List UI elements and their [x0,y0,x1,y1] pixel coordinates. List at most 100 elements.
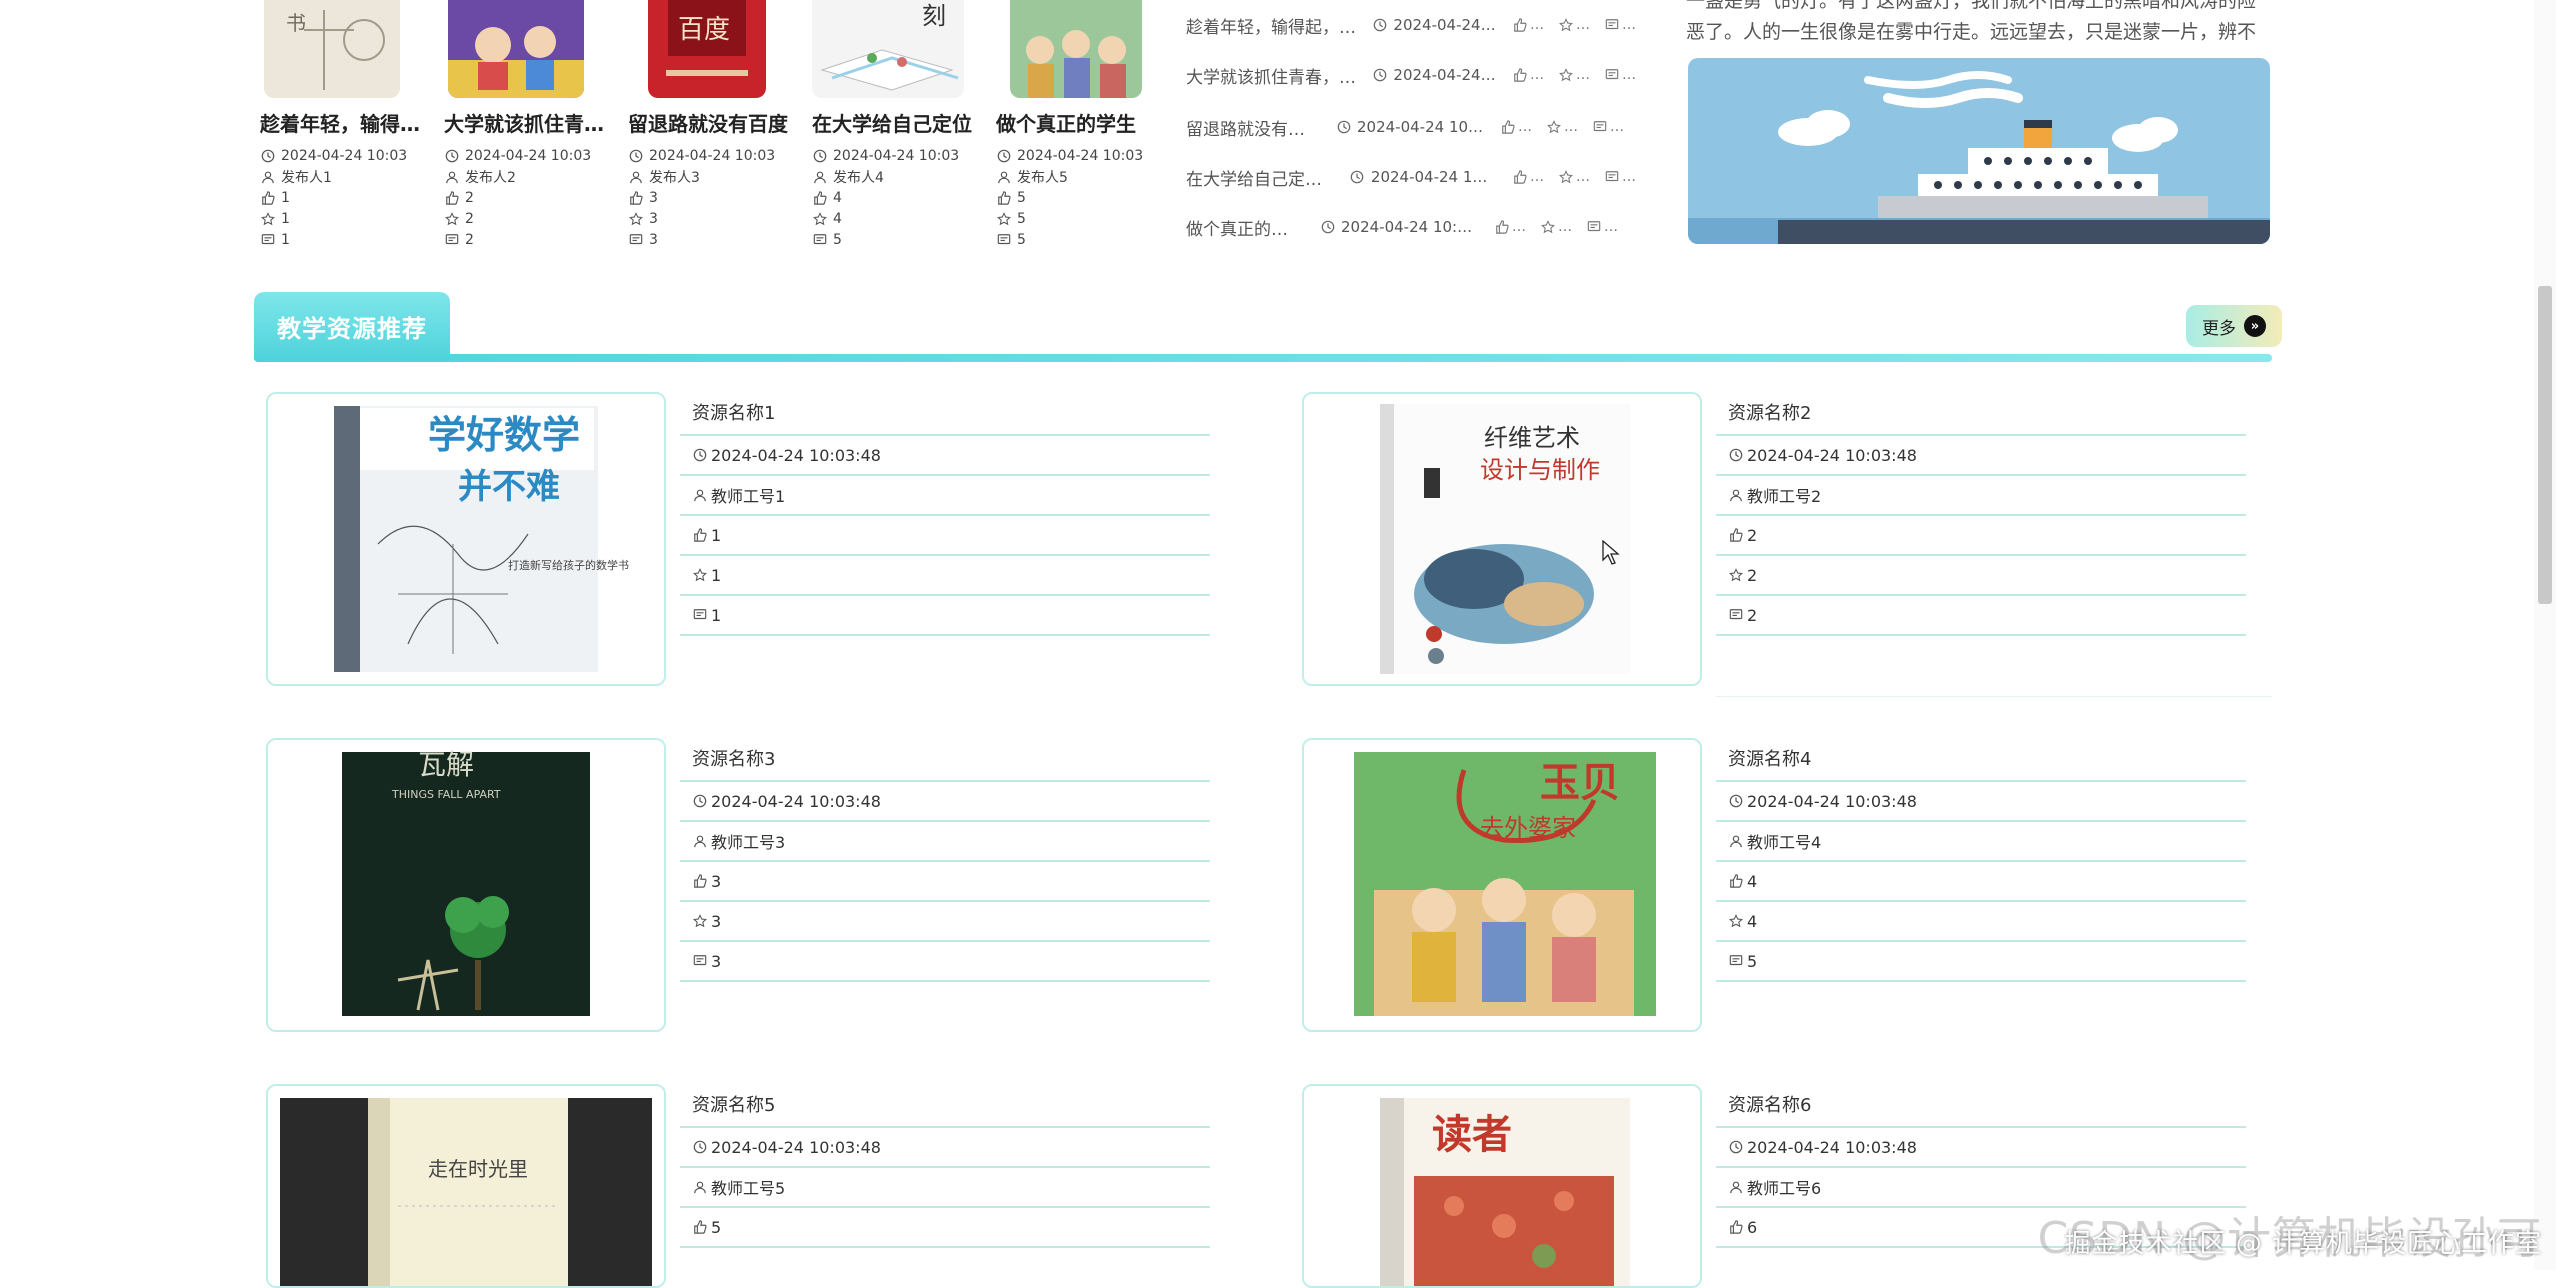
resource-likes: 5 [711,1217,722,1237]
star-icon [1540,220,1555,235]
cover-title: 走在时光里 [428,1157,528,1181]
book-title[interactable]: 留退路就没有百度 [628,108,788,137]
resource-name[interactable]: 资源名称2 [1716,394,2246,436]
news-title[interactable]: 大学就该抓住青春，… [1186,63,1372,88]
thumbs-up-icon[interactable] [1728,528,1743,543]
more-label: 更多 [2202,318,2236,339]
book-cover-image[interactable]: 书 [264,0,400,98]
book-title[interactable]: 做个真正的学生 [996,108,1156,137]
book-cover-image[interactable] [1010,0,1142,98]
thumbs-up-icon[interactable] [1728,874,1743,889]
comment-icon [996,232,1011,247]
book-cover-image[interactable] [448,0,584,98]
resource-name[interactable]: 资源名称4 [1716,740,2246,782]
resource-likes: 4 [1747,871,1758,891]
user-icon [692,1180,707,1195]
book-date: 2024-04-24 10:03 [833,147,960,164]
news-item[interactable]: 做个真正的… 2024-04-24 10:… … … … [1186,212,1636,242]
more-button[interactable]: 更多 » [2186,305,2282,347]
news-title[interactable]: 做个真正的… [1186,215,1320,240]
resource-cover[interactable]: 学好数学 并不难 打造新写给孩子的数学书 [266,392,666,686]
cover-title: 瓦解 [418,748,474,781]
thumbs-up-icon [444,190,459,205]
news-item[interactable]: 在大学给自己定… 2024-04-24 1… … … … [1186,162,1636,192]
thumbs-up-icon[interactable] [1728,1220,1743,1235]
resource-cover[interactable]: 玉贝 去外婆家 [1302,738,1702,1032]
watermark-text: 掘金技术社区 @ 计算机毕设匠心工作室 [2064,1229,2542,1259]
news-item[interactable]: 留退路就没有… 2024-04-24 10:… … … … [1186,112,1636,142]
top-book-card[interactable]: 刻 在大学给自己定位 2024-04-24 10:03 发布人4 4 4 5 [812,0,980,250]
resource-name[interactable]: 资源名称6 [1716,1086,2246,1128]
book-comments: 5 [1017,231,1026,248]
book-title[interactable]: 大学就该抓住青春，… [444,108,604,137]
comment-icon[interactable] [692,608,707,623]
book-cover-image[interactable]: 刻 [812,0,964,98]
book-publisher: 发布人5 [1017,169,1068,186]
resource-favs: 2 [1747,565,1758,585]
thumbs-up-icon[interactable] [692,528,707,543]
resource-name[interactable]: 资源名称5 [680,1086,1210,1128]
resource-likes: 2 [1747,525,1758,545]
book-likes: 4 [833,189,842,206]
comment-icon[interactable] [1728,608,1743,623]
clock-icon [1320,220,1335,235]
book-cover-image[interactable]: 百度 [648,0,766,98]
thumbs-up-icon [996,190,1011,205]
cover-subtitle: 并不难 [458,467,560,507]
star-icon [444,211,459,226]
star-icon [1558,18,1573,33]
news-title[interactable]: 留退路就没有… [1186,115,1336,140]
star-icon[interactable] [692,568,707,583]
user-icon [628,169,643,184]
clock-icon [692,794,707,809]
notice-text: 一盏是勇气的灯。有了这两盏灯，我们就不怕海上的黑暗和风涛的险恶了。人的一生很像是… [1686,0,2257,43]
book-title[interactable]: 在大学给自己定位 [812,108,972,137]
resource-comments: 2 [1747,605,1758,625]
resource-name[interactable]: 资源名称3 [680,740,1210,782]
resource-cover[interactable]: 纤维艺术 设计与制作 [1302,392,1702,686]
news-title[interactable]: 趁着年轻，输得起，… [1186,13,1372,38]
resource-cover[interactable]: 走在时光里 [266,1084,666,1288]
news-item[interactable]: 趁着年轻，输得起，… 2024-04-24 10:03 … … … [1186,10,1636,40]
thumbs-up-icon[interactable] [692,1220,707,1235]
top-book-card[interactable]: 百度 留退路就没有百度 2024-04-24 10:03 发布人3 3 3 3 [628,0,796,250]
news-likes: … [1530,17,1544,33]
user-icon [1728,1180,1743,1195]
comment-icon[interactable] [1728,954,1743,969]
book-likes: 5 [1017,189,1026,206]
thumbs-up-icon [628,190,643,205]
clock-icon [444,148,459,163]
star-icon [1558,68,1573,83]
top-book-card[interactable]: 大学就该抓住青春，… 2024-04-24 10:03 发布人2 2 2 2 [444,0,612,250]
resource-name[interactable]: 资源名称1 [680,394,1210,436]
top-book-card[interactable]: 做个真正的学生 2024-04-24 10:03 发布人5 5 5 5 [996,0,1164,250]
book-title[interactable]: 趁着年轻，输得起，… [260,108,420,137]
comment-icon [1604,18,1619,33]
news-item[interactable]: 大学就该抓住青春，… 2024-04-24 10:03 … … … [1186,60,1636,90]
resource-teacher: 教师工号6 [1747,1179,1822,1198]
notice-banner-image[interactable] [1688,58,2270,244]
scrollbar-thumb[interactable] [2538,286,2552,604]
resource-likes: 1 [711,525,722,545]
book-favs: 2 [465,210,474,227]
comment-icon[interactable] [692,954,707,969]
book-favs: 1 [281,210,290,227]
top-book-card[interactable]: 书 趁着年轻，输得起，… 2024-04-24 10:03 发布人1 1 1 1 [260,0,428,250]
resource-teacher: 教师工号4 [1747,833,1822,852]
star-icon[interactable] [1728,568,1743,583]
cover-subtitle: THINGS FALL APART [391,788,501,801]
resource-cover[interactable]: 瓦解 THINGS FALL APART [266,738,666,1032]
star-icon[interactable] [1728,914,1743,929]
news-date: 2024-04-24 10:03 [1393,16,1498,34]
clock-icon [628,148,643,163]
thumbs-up-icon [1500,120,1515,135]
news-title[interactable]: 在大学给自己定… [1186,165,1350,190]
resource-teacher: 教师工号3 [711,833,786,852]
resource-cover[interactable]: 读者 [1302,1084,1702,1288]
thumbs-up-icon[interactable] [692,874,707,889]
resource-info: 资源名称2 2024-04-24 10:03:48 教师工号2 2 2 2 [1716,394,2246,636]
comment-icon [1586,220,1601,235]
clock-icon [1336,120,1351,135]
star-icon[interactable] [692,914,707,929]
scrollbar-track[interactable] [2534,0,2556,1270]
